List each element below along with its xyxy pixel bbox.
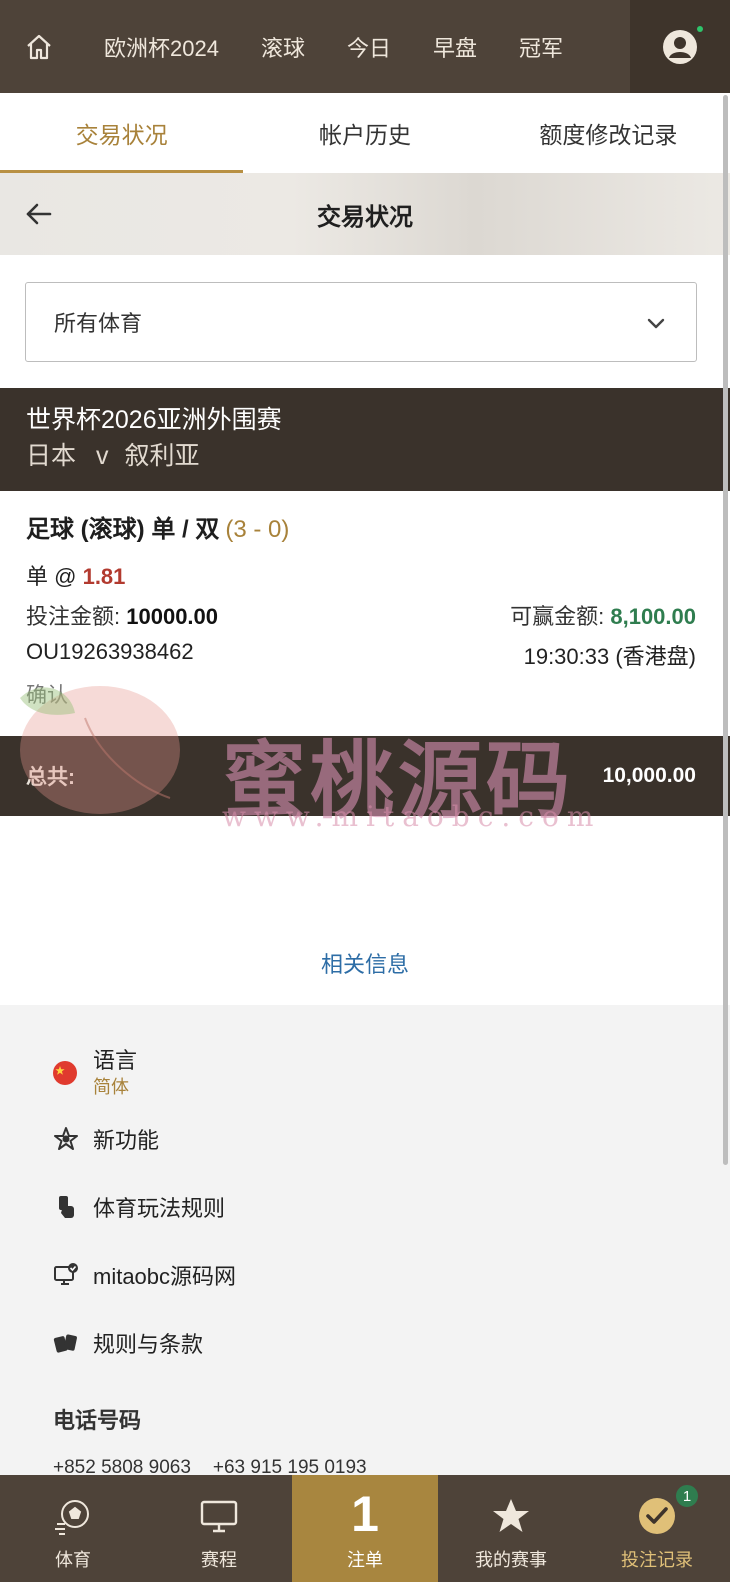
bet-reference: OU19263938462 [26,639,194,664]
records-badge: 1 [674,1483,700,1509]
win-label: 可赢金额: [510,604,605,629]
star-icon [493,1499,529,1532]
home-button[interactable] [0,0,78,93]
nav-inplay[interactable]: 滚球 [240,0,326,93]
bottom-nav-betslip-label: 注单 [347,1550,383,1570]
tab-transaction-status[interactable]: 交易状况 [0,93,244,173]
total-label: 总共: [26,766,75,789]
total-bar: 总共: 10,000.00 [0,736,730,816]
bet-status: 确认 [26,684,68,707]
chevron-down-icon [647,318,665,329]
nav-outright[interactable]: 冠军 [498,0,584,93]
bet-detail: 足球 (滚球) 单 / 双 (3 - 0) 单 @ 1.81 投注金额: 1000… [0,491,730,736]
bet-market: 足球 (滚球) 单 / 双 (3 - 0) [26,509,289,544]
away-team: 叙利亚 [124,442,200,470]
bottom-nav-bet-records-label: 投注记录 [621,1550,693,1570]
sport-filter-select[interactable]: 所有体育 [25,282,697,362]
tab-account-history[interactable]: 帐户历史 [243,93,486,173]
match-teams: 日本 v 叙利亚 [26,438,730,474]
account-button[interactable] [630,0,730,93]
bet-odds: 1.81 [82,564,126,589]
stake-label: 投注金额: [26,604,121,629]
scrollbar[interactable] [723,95,728,1165]
page-header: 交易状况 [0,173,730,255]
main-content: 所有体育 世界杯2026亚洲外围赛 日本 v 叙利亚 足球 (滚球) 单 / 双 (3… [0,255,730,1005]
related-info-link[interactable]: 相关信息 [0,947,730,979]
menu-new-features-label: 新功能 [93,1128,160,1153]
online-indicator [697,26,703,32]
nav-early[interactable]: 早盘 [412,0,498,93]
betslip-count: 1 [351,1486,379,1542]
star-icon [54,1127,78,1150]
versus-label: v [96,442,109,470]
china-flag-icon [53,1061,77,1085]
language-selector[interactable]: 语言 简体 [53,1047,137,1099]
bet-market-name: 足球 (滚球) 单 / 双 [26,516,220,543]
soccer-ball-icon [55,1500,89,1535]
menu-mitaobc[interactable]: mitaobc源码网 [53,1259,236,1291]
tab-limit-history[interactable]: 额度修改记录 [487,93,730,173]
bottom-nav-schedule-label: 赛程 [201,1550,237,1570]
sport-filter-value: 所有体育 [54,311,143,336]
home-icon [27,34,51,59]
menu-sport-rules-label: 体育玩法规则 [93,1196,226,1221]
total-amount: 10,000.00 [602,764,696,787]
bottom-nav: 体育 赛程 1 注单 我的赛事 投注记录 1 [0,1475,730,1582]
user-icon [663,29,697,64]
bottom-nav-schedule[interactable]: 赛程 [146,1475,292,1582]
bottom-nav-bet-records[interactable]: 投注记录 1 [584,1475,730,1582]
check-circle-icon [639,1498,675,1534]
stake-amount: 10000.00 [126,604,219,629]
phone-heading: 电话号码 [53,1408,142,1433]
top-nav: 欧洲杯2024 滚球 今日 早盘 冠军 [0,0,730,93]
cards-icon [53,1334,77,1353]
hand-tap-icon [59,1196,74,1218]
bottom-nav-sports-label: 体育 [55,1550,91,1570]
menu-terms[interactable]: 规则与条款 [53,1327,203,1359]
match-header: 世界杯2026亚洲外围赛 日本 v 叙利亚 [0,388,730,491]
nav-today[interactable]: 今日 [326,0,412,93]
win-amount: 8,100.00 [610,604,696,629]
page-title: 交易状况 [317,203,413,231]
bet-selection-label: 单 @ [26,564,77,589]
back-arrow-icon[interactable] [22,197,56,231]
account-tabs: 交易状况 帐户历史 额度修改记录 [0,93,730,173]
footer-menu: 语言 简体 新功能 体育玩法规则 mitaobc源码网 规则与条款 电话号码 +… [0,1005,730,1478]
competition-name: 世界杯2026亚洲外围赛 [26,406,282,434]
language-label: 语言 [93,1048,138,1073]
bet-selection: 单 @ 1.81 [26,559,125,591]
bottom-nav-betslip[interactable]: 1 注单 [292,1475,438,1582]
menu-terms-label: 规则与条款 [93,1332,204,1357]
menu-sport-rules[interactable]: 体育玩法规则 [53,1191,225,1223]
bottom-nav-my-events-label: 我的赛事 [475,1550,547,1570]
bottom-nav-sports[interactable]: 体育 [0,1475,146,1582]
bet-time: 19:30:33 (香港盘) [523,644,696,669]
monitor-icon [200,1500,238,1533]
bet-stake: 投注金额: 10000.00 [26,599,218,631]
monitor-check-icon [54,1263,78,1285]
bet-potential-win: 可赢金额: 8,100.00 [510,599,696,631]
bet-score: (3 - 0) [225,516,290,543]
language-value: 简体 [93,1077,129,1097]
nav-euro2024[interactable]: 欧洲杯2024 [78,0,240,93]
home-team: 日本 [26,442,77,470]
bottom-nav-my-events[interactable]: 我的赛事 [438,1475,584,1582]
menu-mitaobc-label: mitaobc源码网 [93,1264,237,1289]
menu-new-features[interactable]: 新功能 [53,1123,159,1155]
